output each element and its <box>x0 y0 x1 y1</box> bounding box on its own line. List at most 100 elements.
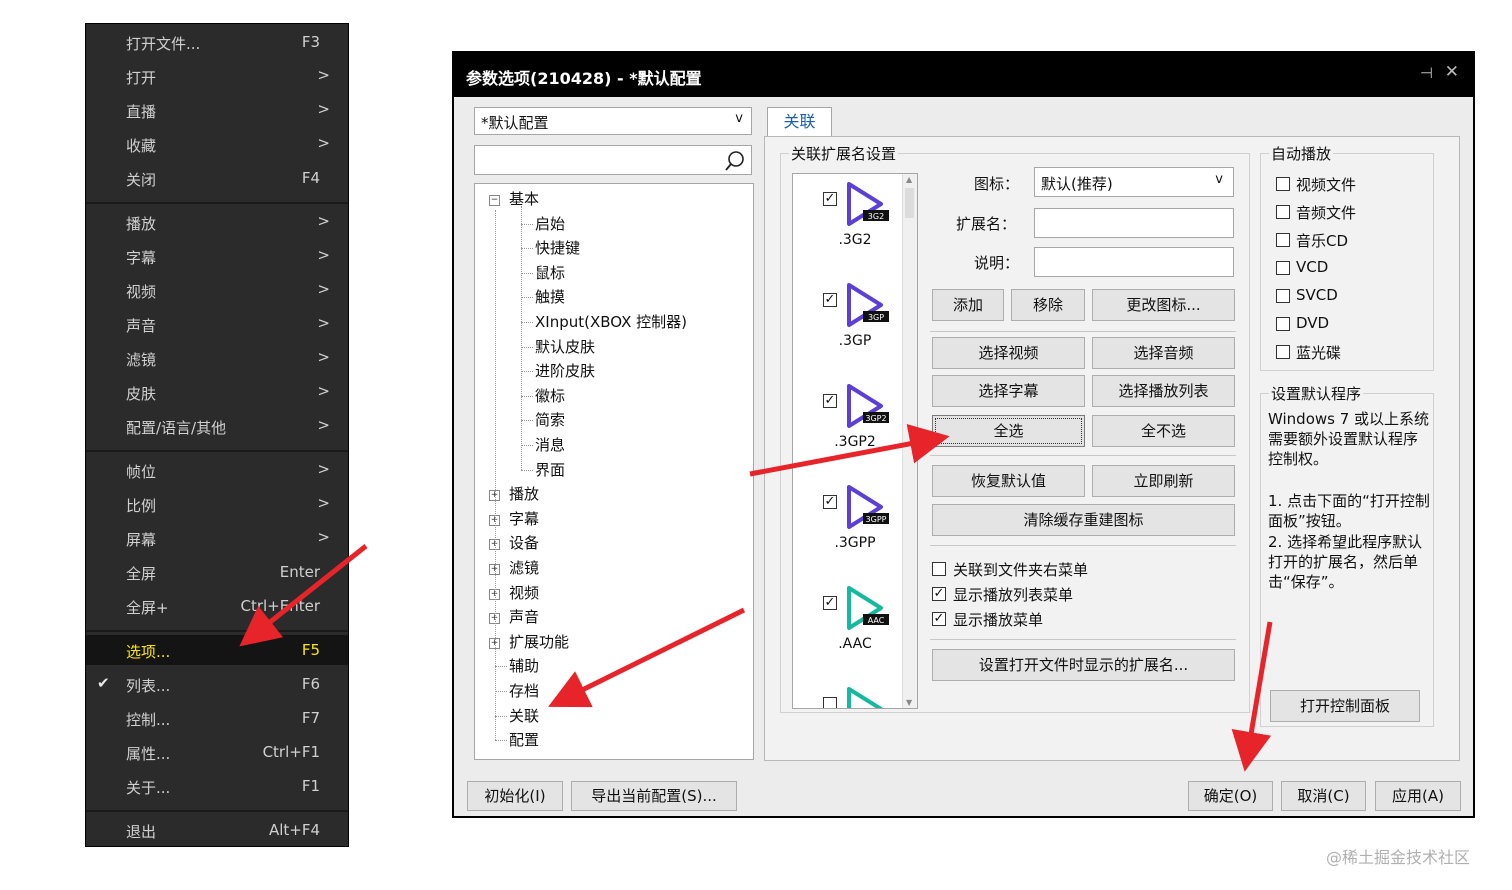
extension-checkbox[interactable]: ✓ <box>823 293 837 307</box>
pin-icon[interactable]: ⊣ <box>1420 64 1433 82</box>
menu-item[interactable]: ✔ 列表... F6 <box>86 669 348 699</box>
autoplay-checkbox[interactable] <box>1276 177 1290 191</box>
apply-button[interactable]: 应用(A) <box>1375 781 1461 811</box>
cancel-button[interactable]: 取消(C) <box>1281 781 1366 811</box>
autoplay-checkbox[interactable] <box>1276 205 1290 219</box>
ok-button[interactable]: 确定(O) <box>1188 781 1273 811</box>
tree-item[interactable]: 触摸 <box>535 286 565 307</box>
tree-item[interactable]: 启始 <box>535 213 565 234</box>
menu-item[interactable]: 播放 > <box>86 207 348 237</box>
tree-item[interactable]: 滤镜 <box>509 557 539 578</box>
tree-item[interactable]: 视频 <box>509 582 539 603</box>
menu-item[interactable]: 退出 Alt+F4 <box>86 815 348 845</box>
refresh-button[interactable]: 立即刷新 <box>1092 465 1235 497</box>
tab-association[interactable]: 关联 <box>767 107 832 137</box>
export-config-button[interactable]: 导出当前配置(S)... <box>571 781 737 811</box>
collapse-icon[interactable]: − <box>489 195 500 206</box>
menu-item[interactable]: 打开文件... F3 <box>86 27 348 57</box>
menu-item[interactable]: 关于... F1 <box>86 771 348 801</box>
extension-checkbox[interactable]: ✓ <box>823 495 837 509</box>
add-button[interactable]: 添加 <box>932 289 1004 321</box>
tree-item[interactable]: 界面 <box>535 459 565 480</box>
menu-item[interactable]: 屏幕 > <box>86 523 348 553</box>
menu-item[interactable]: 控制... F7 <box>86 703 348 733</box>
menu-item[interactable]: 全屏 Enter <box>86 557 348 587</box>
autoplay-checkbox[interactable] <box>1276 261 1290 275</box>
icon-select[interactable]: 默认(推荐) v <box>1034 167 1234 197</box>
tree-item[interactable]: 设备 <box>509 532 539 553</box>
scroll-thumb[interactable] <box>905 188 914 218</box>
tree-item[interactable]: 默认皮肤 <box>535 336 595 357</box>
search-input[interactable] <box>474 145 752 175</box>
autoplay-checkbox[interactable] <box>1276 289 1290 303</box>
tree-connector <box>521 223 533 225</box>
tree-item[interactable]: XInput(XBOX 控制器) <box>535 311 687 332</box>
option-checkbox[interactable]: ✓ <box>932 587 946 601</box>
tree-item[interactable]: 扩展功能 <box>509 631 569 652</box>
desc-label: 说明： <box>974 254 1020 272</box>
autoplay-checkbox[interactable] <box>1276 345 1290 359</box>
ext-field[interactable] <box>1034 208 1234 238</box>
change-icon-button[interactable]: 更改图标... <box>1092 289 1235 321</box>
select-all-button[interactable]: 全选 <box>932 415 1085 447</box>
tree-item[interactable]: 关联 <box>509 705 539 726</box>
close-icon[interactable]: ✕ <box>1445 62 1459 82</box>
menu-item[interactable]: 皮肤 > <box>86 377 348 407</box>
extension-list[interactable]: ▲ ▼ ✓ 3G2 .3G2 ✓ 3GP .3GP ✓ 3GP2 .3GP2 ✓ 3GPP .3GPP… <box>792 173 918 709</box>
menu-item[interactable]: 滤镜 > <box>86 343 348 373</box>
tree-item[interactable]: 声音 <box>509 606 539 627</box>
menu-item[interactable]: 声音 > <box>86 309 348 339</box>
option-checkbox[interactable]: ✓ <box>932 612 946 626</box>
restore-defaults-button[interactable]: 恢复默认值 <box>932 465 1085 497</box>
menu-item[interactable]: 全屏+ Ctrl+Enter <box>86 591 348 621</box>
tree-item[interactable]: 鼠标 <box>535 262 565 283</box>
open-control-panel-button[interactable]: 打开控制面板 <box>1270 690 1420 722</box>
autoplay-checkbox[interactable] <box>1276 317 1290 331</box>
menu-item[interactable]: 直播 > <box>86 95 348 125</box>
tree-item[interactable]: 快捷键 <box>535 237 580 258</box>
select-none-button[interactable]: 全不选 <box>1092 415 1235 447</box>
desc-field[interactable] <box>1034 247 1234 277</box>
menu-item[interactable]: 比例 > <box>86 489 348 519</box>
tree-item[interactable]: 存档 <box>509 680 539 701</box>
option-checkbox[interactable] <box>932 562 946 576</box>
menu-item[interactable]: 打开 > <box>86 61 348 91</box>
scrollbar[interactable]: ▲ ▼ <box>902 174 917 708</box>
tree-item[interactable]: 播放 <box>509 483 539 504</box>
tree-item[interactable]: 辅助 <box>509 655 539 676</box>
menu-item[interactable]: 属性... Ctrl+F1 <box>86 737 348 767</box>
menu-item[interactable]: 关闭 F4 <box>86 163 348 193</box>
menu-item[interactable]: 配置/语言/其他 > <box>86 411 348 441</box>
menu-item-shortcut: F1 <box>301 777 320 795</box>
select-subtitle-button[interactable]: 选择字幕 <box>932 375 1085 407</box>
icon-label: 图标： <box>974 175 1020 193</box>
extension-checkbox[interactable]: ✓ <box>823 596 837 610</box>
menu-item-label: 退出 <box>126 823 157 841</box>
extension-checkbox[interactable]: ✓ <box>823 192 837 206</box>
tree-item[interactable]: 字幕 <box>509 508 539 529</box>
select-video-button[interactable]: 选择视频 <box>932 337 1085 369</box>
tree-item[interactable]: 简索 <box>535 409 565 430</box>
scroll-down-icon[interactable]: ▼ <box>906 698 912 707</box>
menu-item[interactable]: 视频 > <box>86 275 348 305</box>
set-ext-display-button[interactable]: 设置打开文件时显示的扩展名... <box>932 649 1235 681</box>
tree-item[interactable]: 进阶皮肤 <box>535 360 595 381</box>
extension-checkbox[interactable] <box>823 697 837 708</box>
rebuild-icons-button[interactable]: 清除缓存重建图标 <box>932 504 1235 536</box>
extension-checkbox[interactable]: ✓ <box>823 394 837 408</box>
scroll-up-icon[interactable]: ▲ <box>906 175 912 184</box>
tree-item[interactable]: 徽标 <box>535 385 565 406</box>
autoplay-checkbox[interactable] <box>1276 233 1290 247</box>
remove-button[interactable]: 移除 <box>1011 289 1085 321</box>
menu-item[interactable]: 收藏 > <box>86 129 348 159</box>
select-playlist-button[interactable]: 选择播放列表 <box>1092 375 1235 407</box>
tree-item[interactable]: 基本 <box>509 188 539 209</box>
menu-item[interactable]: 帧位 > <box>86 455 348 485</box>
select-audio-button[interactable]: 选择音频 <box>1092 337 1235 369</box>
init-button[interactable]: 初始化(I) <box>467 781 563 811</box>
menu-item[interactable]: 字幕 > <box>86 241 348 271</box>
menu-item[interactable]: 选项... F5 <box>86 635 348 665</box>
tree-item[interactable]: 消息 <box>535 434 565 455</box>
config-select[interactable]: *默认配置 v <box>474 107 752 135</box>
tree-item[interactable]: 配置 <box>509 729 539 750</box>
